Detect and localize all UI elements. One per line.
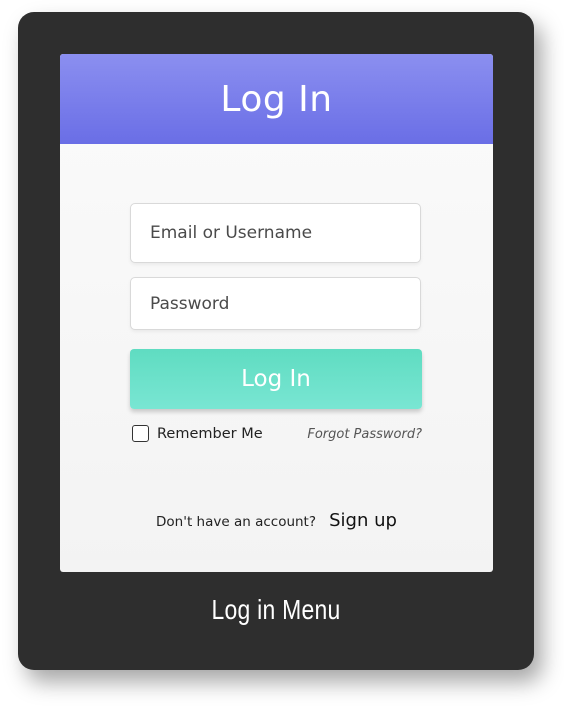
login-button[interactable]: Log In	[130, 349, 422, 409]
signup-prompt: Don't have an account?	[156, 514, 317, 530]
remember-me-toggle[interactable]: Remember Me	[132, 425, 263, 442]
forgot-password-link[interactable]: Forgot Password?	[307, 427, 422, 442]
screen-caption: Log in Menu	[211, 594, 341, 625]
password-field[interactable]	[130, 277, 421, 330]
email-field[interactable]	[130, 203, 421, 263]
signup-link[interactable]: Sign up	[329, 510, 397, 531]
device-frame: Log In Log In Remember Me Forgot Passwor…	[18, 12, 534, 670]
login-card: Log In Log In Remember Me Forgot Passwor…	[60, 54, 493, 572]
remember-me-checkbox[interactable]	[132, 425, 149, 442]
signup-row: Don't have an account? Sign up	[60, 510, 493, 531]
page-title: Log In	[220, 78, 333, 120]
card-header: Log In	[60, 54, 493, 144]
remember-me-label: Remember Me	[157, 425, 263, 442]
